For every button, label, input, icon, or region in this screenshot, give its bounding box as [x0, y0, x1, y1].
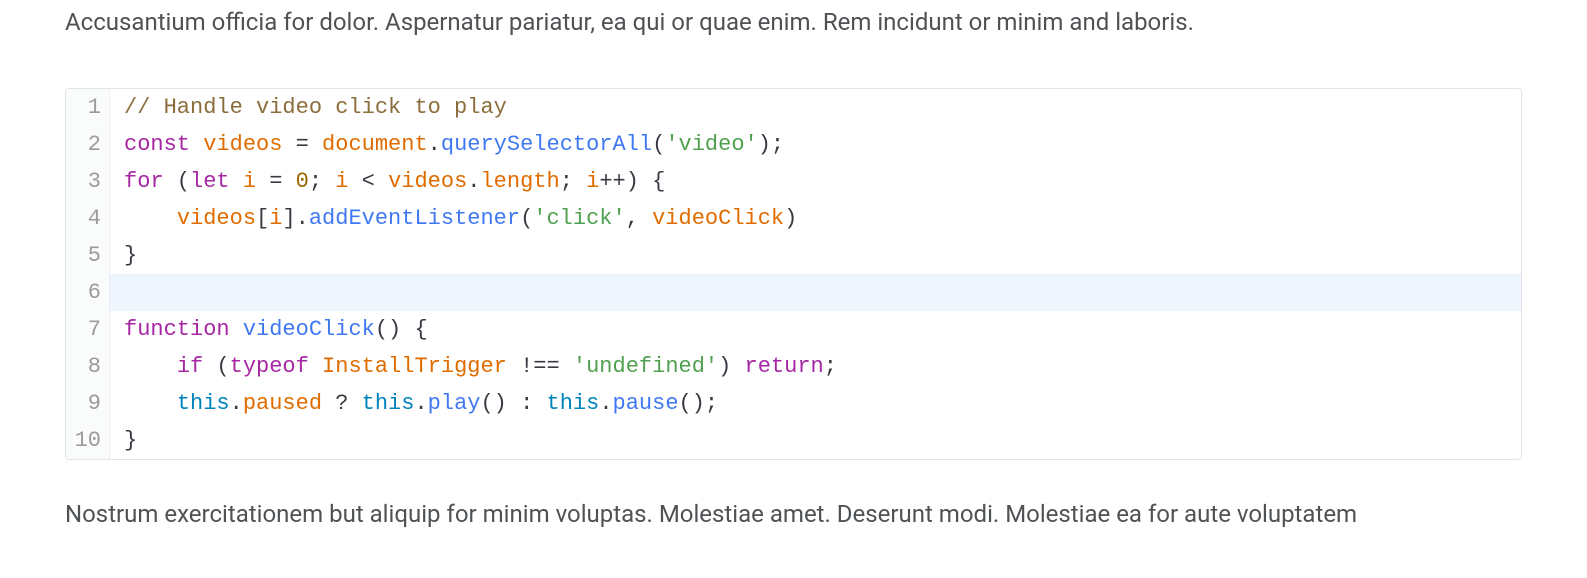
line-number: 1	[66, 89, 110, 126]
code-line: 3for (let i = 0; i < videos.length; i++)…	[66, 163, 1521, 200]
code-content: for (let i = 0; i < videos.length; i++) …	[110, 163, 665, 200]
code-content: this.paused ? this.play() : this.pause()…	[110, 385, 718, 422]
line-number: 7	[66, 311, 110, 348]
line-number: 4	[66, 200, 110, 237]
code-line: 8 if (typeof InstallTrigger !== 'undefin…	[66, 348, 1521, 385]
code-line: 9 this.paused ? this.play() : this.pause…	[66, 385, 1521, 422]
paragraph-bottom: Nostrum exercitationem but aliquip for m…	[65, 496, 1522, 532]
code-content: // Handle video click to play	[110, 89, 507, 126]
line-number: 2	[66, 126, 110, 163]
line-number: 9	[66, 385, 110, 422]
line-number: 3	[66, 163, 110, 200]
code-block: 1// Handle video click to play2const vid…	[65, 88, 1522, 460]
paragraph-top: Accusantium officia for dolor. Aspernatu…	[65, 4, 1522, 40]
code-content: videos[i].addEventListener('click', vide…	[110, 200, 797, 237]
code-content: function videoClick() {	[110, 311, 428, 348]
code-line: 7function videoClick() {	[66, 311, 1521, 348]
line-number: 5	[66, 237, 110, 274]
code-line: 4 videos[i].addEventListener('click', vi…	[66, 200, 1521, 237]
code-line: 1// Handle video click to play	[66, 89, 1521, 126]
line-number: 8	[66, 348, 110, 385]
code-line: 2const videos = document.querySelectorAl…	[66, 126, 1521, 163]
line-number: 10	[66, 422, 110, 459]
code-content: }	[110, 237, 137, 274]
code-line: 5}	[66, 237, 1521, 274]
code-content: const videos = document.querySelectorAll…	[110, 126, 784, 163]
code-content	[110, 274, 137, 311]
code-line: 10}	[66, 422, 1521, 459]
code-content: if (typeof InstallTrigger !== 'undefined…	[110, 348, 837, 385]
line-number: 6	[66, 274, 110, 311]
code-content: }	[110, 422, 137, 459]
code-line: 6	[66, 274, 1521, 311]
